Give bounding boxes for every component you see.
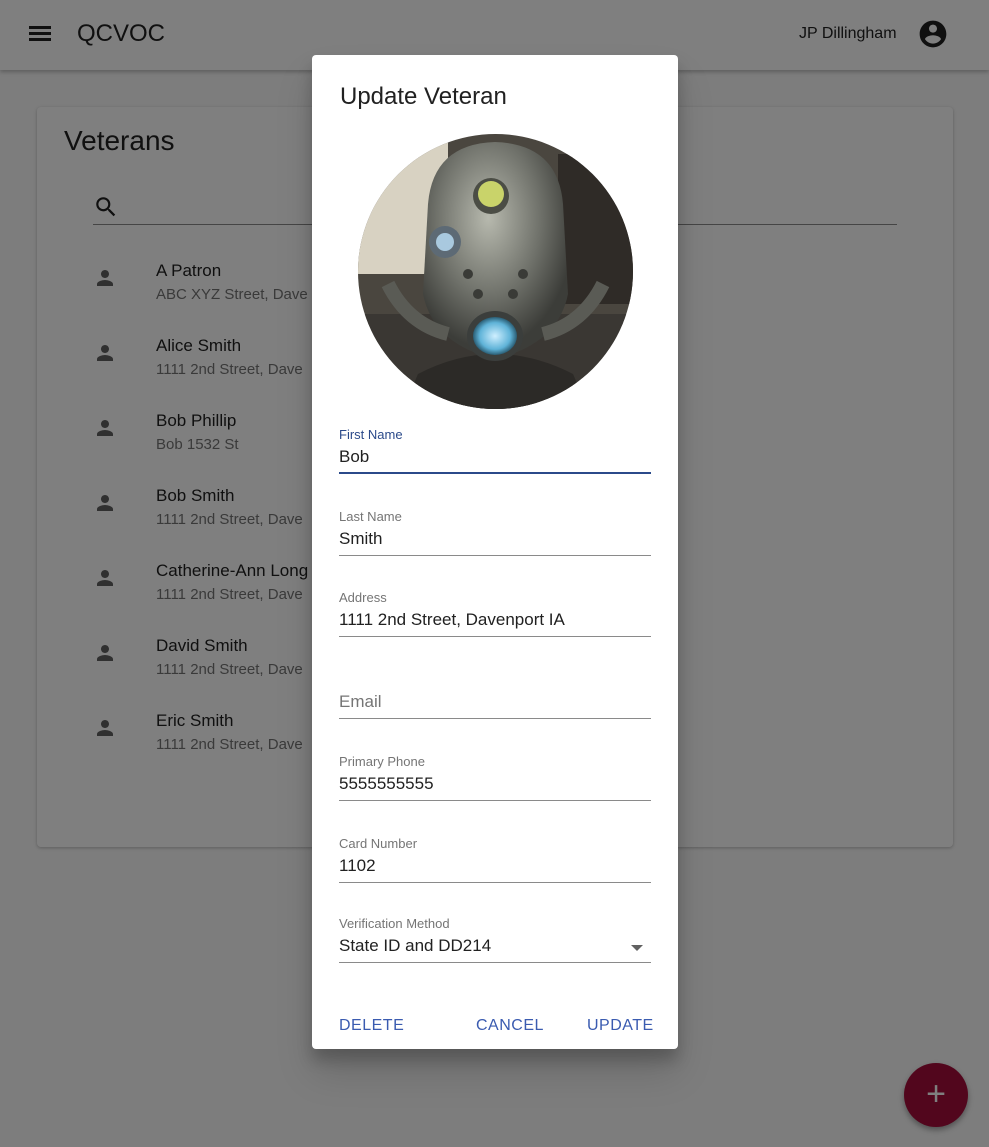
card-number-label: Card Number [339,836,418,851]
address-label: Address [339,590,387,605]
card-number-input[interactable] [339,851,651,881]
first-name-label: First Name [339,427,403,442]
veteran-photo[interactable] [358,134,633,409]
primary-phone-field: Primary Phone [339,754,651,804]
email-input[interactable] [339,687,651,717]
primary-phone-input[interactable] [339,769,651,799]
primary-phone-underline [339,800,651,801]
last-name-label: Last Name [339,509,402,524]
verification-method-field: Verification Method State ID and DD214 [339,916,651,966]
last-name-field: Last Name [339,509,651,559]
delete-button[interactable]: DELETE [339,1017,404,1035]
verification-method-label: Verification Method [339,916,450,931]
last-name-underline [339,555,651,556]
card-number-underline [339,882,651,883]
first-name-input[interactable] [339,442,651,472]
first-name-field: First Name [339,427,651,477]
address-input[interactable] [339,605,651,635]
verification-method-select[interactable]: State ID and DD214 [339,936,651,956]
first-name-underline [339,472,651,474]
update-veteran-dialog: Update Veteran First Name Bob Last Name … [312,55,678,1049]
dialog-title: Update Veteran [340,83,507,110]
cancel-button[interactable]: CANCEL [476,1017,544,1035]
update-button[interactable]: UPDATE [587,1017,654,1035]
email-underline [339,718,651,719]
email-field [339,672,651,722]
last-name-input[interactable] [339,524,651,554]
primary-phone-label: Primary Phone [339,754,425,769]
dropdown-arrow-icon[interactable] [631,945,643,951]
card-number-field: Card Number [339,836,651,886]
address-underline [339,636,651,637]
verification-method-underline [339,962,651,963]
address-field: Address [339,590,651,640]
